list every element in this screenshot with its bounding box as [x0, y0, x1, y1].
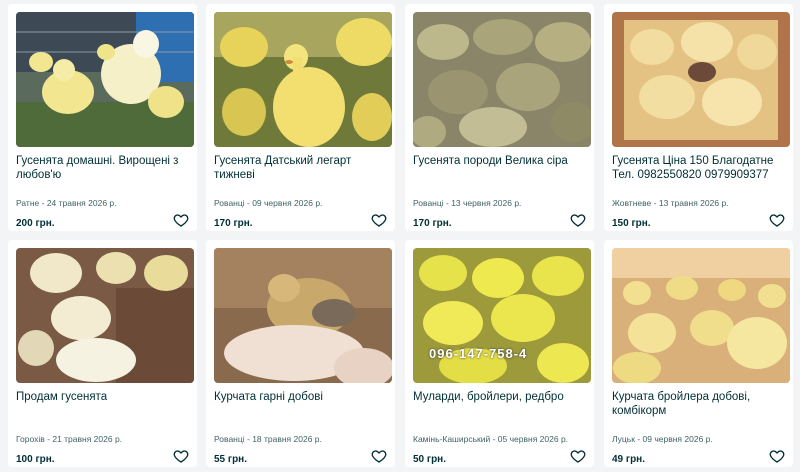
listing-price: 55 грн. [214, 454, 247, 465]
listing-title[interactable]: Гусенята породи Велика сіра [413, 154, 585, 168]
listing-date: 13 травня 2026 р. [658, 198, 729, 208]
meta-separator: - [490, 434, 498, 444]
listing-price: 50 грн. [413, 454, 446, 465]
listing-card[interactable]: 096-147-758-4 Муларди, бройлери, редбро … [405, 240, 594, 467]
listing-location-date: Луцьк - 09 червня 2026 р. [612, 434, 784, 444]
listing-location: Рованці [214, 434, 245, 444]
listing-price: 200 грн. [16, 218, 55, 229]
listing-location-date: Камінь-Каширський - 05 червня 2026 р. [413, 434, 585, 444]
listing-location: Луцьк [612, 434, 635, 444]
listing-card[interactable]: Гусенята домашні. Вирощені з любов'ю Рат… [8, 4, 197, 231]
meta-separator: - [39, 198, 47, 208]
listings-grid: Гусенята домашні. Вирощені з любов'ю Рат… [0, 0, 800, 472]
goslings-on-grass-photo[interactable] [214, 12, 392, 147]
listing-location: Рованці [214, 198, 245, 208]
listing-location-date: Ратне - 24 травня 2026 р. [16, 198, 188, 208]
meta-separator: - [634, 434, 643, 444]
listing-location: Горохів [16, 434, 45, 444]
listing-price: 49 грн. [612, 454, 645, 465]
goslings-in-cage-photo[interactable] [16, 12, 194, 147]
heart-outline-icon[interactable] [769, 448, 785, 464]
heart-outline-icon[interactable] [371, 212, 387, 228]
listing-location-date: Рованці - 13 червня 2026 р. [413, 198, 585, 208]
heart-outline-icon[interactable] [570, 212, 586, 228]
listing-price: 150 грн. [612, 218, 651, 229]
listing-location: Жовтневе [612, 198, 652, 208]
chick-in-hand-photo[interactable] [214, 248, 392, 383]
listing-card[interactable]: Гусенята Ціна 150 Благодатне Тел. 098255… [604, 4, 793, 231]
meta-separator: - [651, 198, 659, 208]
listing-price: 170 грн. [413, 218, 452, 229]
listing-location: Ратне [16, 198, 40, 208]
goslings-on-straw-photo[interactable] [16, 248, 194, 383]
listing-card[interactable]: Гусенята Датський легарт тижневі Рованці… [206, 4, 395, 231]
listing-title[interactable]: Продам гусенята [16, 390, 188, 404]
listing-title[interactable]: Гусенята домашні. Вирощені з любов'ю [16, 154, 188, 182]
listing-date: 13 червня 2026 р. [451, 198, 522, 208]
heart-outline-icon[interactable] [371, 448, 387, 464]
listing-date: 09 червня 2026 р. [642, 434, 713, 444]
broiler-chicks-photo[interactable] [612, 248, 790, 383]
phone-watermark: 096-147-758-4 [429, 346, 528, 361]
listing-location-date: Горохів - 21 травня 2026 р. [16, 434, 188, 444]
listing-title[interactable]: Муларди, бройлери, редбро [413, 390, 585, 404]
grey-goslings-flock-photo[interactable] [413, 12, 591, 147]
listing-location: Камінь-Каширський [413, 434, 491, 444]
listing-price: 100 грн. [16, 454, 55, 465]
yellow-ducklings-photo[interactable]: 096-147-758-4 [413, 248, 591, 383]
listing-card[interactable]: Продам гусенята Горохів - 21 травня 2026… [8, 240, 197, 467]
listing-card[interactable]: Курчата гарні добові Рованці - 18 травня… [206, 240, 395, 467]
listing-title[interactable]: Гусенята Ціна 150 Благодатне Тел. 098255… [612, 154, 784, 182]
listing-location: Рованці [413, 198, 444, 208]
goslings-in-box-photo[interactable] [612, 12, 790, 147]
listing-date: 24 травня 2026 р. [46, 198, 117, 208]
listing-card[interactable]: Гусенята породи Велика сіра Рованці - 13… [405, 4, 594, 231]
listing-date: 05 червня 2026 р. [497, 434, 569, 444]
listing-price: 170 грн. [214, 218, 253, 229]
listing-date: 18 травня 2026 р. [252, 434, 322, 444]
listing-location-date: Рованці - 18 травня 2026 р. [214, 434, 386, 444]
heart-outline-icon[interactable] [769, 212, 785, 228]
listing-title[interactable]: Курчата бройлера добові, комбікорм [612, 390, 784, 418]
listing-location-date: Рованці - 09 червня 2026 р. [214, 198, 386, 208]
listing-card[interactable]: Курчата бройлера добові, комбікорм Луцьк… [604, 240, 793, 467]
listing-title[interactable]: Курчата гарні добові [214, 390, 386, 404]
listing-title[interactable]: Гусенята Датський легарт тижневі [214, 154, 386, 182]
heart-outline-icon[interactable] [173, 212, 189, 228]
listing-date: 21 травня 2026 р. [52, 434, 123, 444]
listing-location-date: Жовтневе - 13 травня 2026 р. [612, 198, 784, 208]
listing-date: 09 червня 2026 р. [252, 198, 323, 208]
heart-outline-icon[interactable] [570, 448, 586, 464]
heart-outline-icon[interactable] [173, 448, 189, 464]
